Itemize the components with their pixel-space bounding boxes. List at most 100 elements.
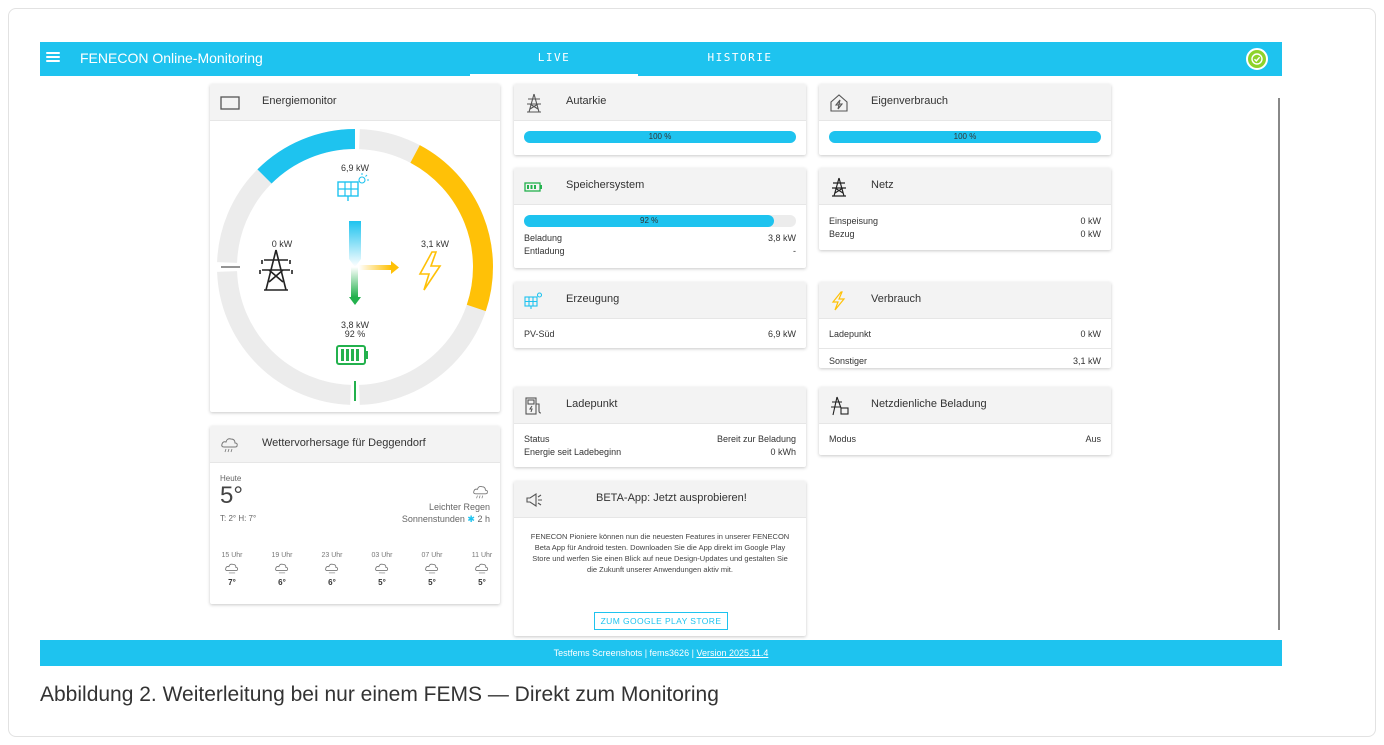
- card-title: Autarkie: [566, 95, 607, 107]
- consumption-arrow-head: [391, 261, 399, 274]
- grid-tower-icon: [259, 249, 293, 291]
- netz-rows: Einspeisung 0 kW Bezug 0 kW: [819, 216, 1111, 240]
- forecast-temp: 5°: [478, 578, 486, 587]
- erzeugung-card[interactable]: Erzeugung PV-Süd 6,9 kW: [514, 282, 806, 348]
- ladepunkt-card[interactable]: Ladepunkt Status Bereit zur Beladung Ener…: [514, 387, 806, 467]
- forecast-time: 03 Uhr: [371, 552, 393, 559]
- autarkie-bar: 100 %: [524, 131, 796, 143]
- card-header: Wettervorhersage für Deggendorf: [210, 426, 500, 463]
- netz-card[interactable]: Netz Einspeisung 0 kW Bezug 0 kW: [819, 168, 1111, 250]
- app-window: FENECON Online-Monitoring LIVE HISTORIE …: [40, 42, 1282, 666]
- row-label: Beladung: [524, 233, 563, 243]
- row-label: Entladung: [524, 246, 565, 256]
- forecast-temp: 7°: [228, 578, 236, 587]
- eigenverbrauch-card[interactable]: Eigenverbrauch 100 %: [819, 84, 1111, 155]
- battery-icon: [336, 345, 368, 365]
- card-header: Netzdienliche Beladung: [819, 387, 1111, 424]
- forecast-time: 19 Uhr: [271, 552, 293, 559]
- monitor-icon: [220, 96, 240, 110]
- ring-segment: [358, 270, 493, 405]
- forecast-item: 15 Uhr 7°: [212, 552, 252, 587]
- forecast-temp: 6°: [278, 578, 286, 587]
- beta-app-card: BETA-App: Jetzt ausprobieren! FENECON Pi…: [514, 481, 806, 636]
- card-title: Erzeugung: [566, 293, 620, 305]
- pv-flow-arrow: [349, 221, 361, 267]
- footer-info: Testfems Screenshots | fems3626 |: [553, 648, 694, 658]
- sun-icon: ✱: [467, 514, 475, 524]
- pv-power-label: 6,9 kW: [340, 163, 369, 173]
- erzeugung-rows: PV-Süd 6,9 kW: [514, 329, 806, 340]
- weather-minmax: T: 2° H: 7°: [220, 514, 257, 523]
- battery-icon: [524, 182, 542, 192]
- netzdienlich-row: Modus Aus: [819, 434, 1111, 445]
- row-label: Status: [524, 434, 550, 444]
- card-title: Speichersystem: [566, 179, 645, 191]
- card-header: Erzeugung: [514, 282, 806, 319]
- storage-soc-value: 92 %: [640, 216, 659, 225]
- forecast-item: 07 Uhr 5°: [412, 552, 452, 587]
- ring-segment: [217, 270, 352, 405]
- tab-live[interactable]: LIVE: [470, 42, 638, 76]
- rain-cloud-icon: [325, 563, 339, 574]
- connection-ok-icon[interactable]: [1246, 48, 1268, 70]
- row-value: 3,8 kW: [767, 233, 796, 243]
- row-value: 0 kW: [1080, 216, 1101, 226]
- card-title: Netzdienliche Beladung: [871, 398, 987, 410]
- card-title: BETA-App: Jetzt ausprobieren!: [596, 492, 747, 504]
- netzdienliche-beladung-card[interactable]: Netzdienliche Beladung Modus Aus: [819, 387, 1111, 455]
- rain-cloud-icon: [225, 563, 239, 574]
- forecast-temp: 5°: [378, 578, 386, 587]
- rain-cloud-icon: [475, 563, 489, 574]
- solar-panel-icon: [337, 173, 369, 201]
- row-value: 6,9 kW: [767, 329, 796, 339]
- erzeugung-row: PV-Süd 6,9 kW: [514, 329, 806, 340]
- forecast-time: 15 Uhr: [221, 552, 243, 559]
- solar-panel-icon: [524, 292, 543, 309]
- autarkie-card[interactable]: Autarkie 100 %: [514, 84, 806, 155]
- footer: Testfems Screenshots | fems3626 | Versio…: [40, 640, 1282, 666]
- google-play-store-button[interactable]: ZUM GOOGLE PLAY STORE: [594, 612, 728, 630]
- card-header: Energiemonitor: [210, 84, 500, 121]
- forecast-item: 19 Uhr 6°: [262, 552, 302, 587]
- forecast-time: 11 Uhr: [471, 552, 493, 559]
- forecast-item: 23 Uhr 6°: [312, 552, 352, 587]
- menu-icon[interactable]: [46, 50, 60, 68]
- verbrauch-card[interactable]: Verbrauch Ladepunkt 0 kW Sonstiger 3,1 kW: [819, 282, 1111, 368]
- storage-rows: Beladung 3,8 kW Entladung -: [514, 233, 806, 257]
- row-value: 0 kWh: [770, 447, 796, 457]
- grid-tower-icon: [527, 93, 541, 113]
- rain-cloud-icon: [275, 563, 289, 574]
- storage-soc-bar: 92 %: [524, 215, 796, 227]
- energiemonitor-card: Energiemonitor 6,9 kW 0 kW 3,1 kW 3,8 kW…: [210, 84, 500, 412]
- lightning-icon: [418, 251, 442, 291]
- row-label: Einspeisung: [829, 216, 879, 226]
- rain-cloud-icon: [221, 438, 238, 453]
- storage-row: Entladung -: [514, 246, 806, 257]
- grid-tower-icon: [832, 177, 846, 197]
- top-bar: FENECON Online-Monitoring LIVE HISTORIE: [40, 42, 1282, 76]
- house-lightning-icon: [830, 94, 848, 112]
- card-title: Eigenverbrauch: [871, 95, 949, 107]
- storage-soc-label: 92 %: [344, 329, 366, 339]
- weather-temperature: 5°: [220, 482, 243, 509]
- weather-condition: Leichter Regen: [428, 502, 490, 512]
- card-header: Speichersystem: [514, 168, 806, 205]
- version-link[interactable]: Version 2025.11.4: [696, 648, 768, 658]
- card-title: Energiemonitor: [262, 95, 337, 107]
- row-label: Sonstiger: [829, 356, 868, 366]
- app-title: FENECON Online-Monitoring: [80, 50, 263, 66]
- row-value: 0 kW: [1080, 329, 1101, 339]
- ladepunkt-row: Energie seit Ladebeginn 0 kWh: [514, 447, 806, 458]
- netz-row: Einspeisung 0 kW: [819, 216, 1111, 227]
- battery-flow-arrow: [351, 267, 358, 297]
- card-header: Verbrauch: [819, 282, 1111, 319]
- sun-hours-value: 2 h: [477, 514, 490, 524]
- tab-historie[interactable]: HISTORIE: [640, 42, 840, 76]
- figure-caption: Abbildung 2. Weiterleitung bei nur einem…: [40, 683, 719, 706]
- speichersystem-card[interactable]: Speichersystem 92 % Beladung 3,8 kW Entla…: [514, 168, 806, 268]
- forecast-item: 11 Uhr 5°: [462, 552, 500, 587]
- scrollbar[interactable]: [1278, 98, 1280, 630]
- forecast-item: 03 Uhr 5°: [362, 552, 402, 587]
- rain-cloud-icon: [473, 486, 488, 499]
- row-label: Energie seit Ladebeginn: [524, 447, 622, 457]
